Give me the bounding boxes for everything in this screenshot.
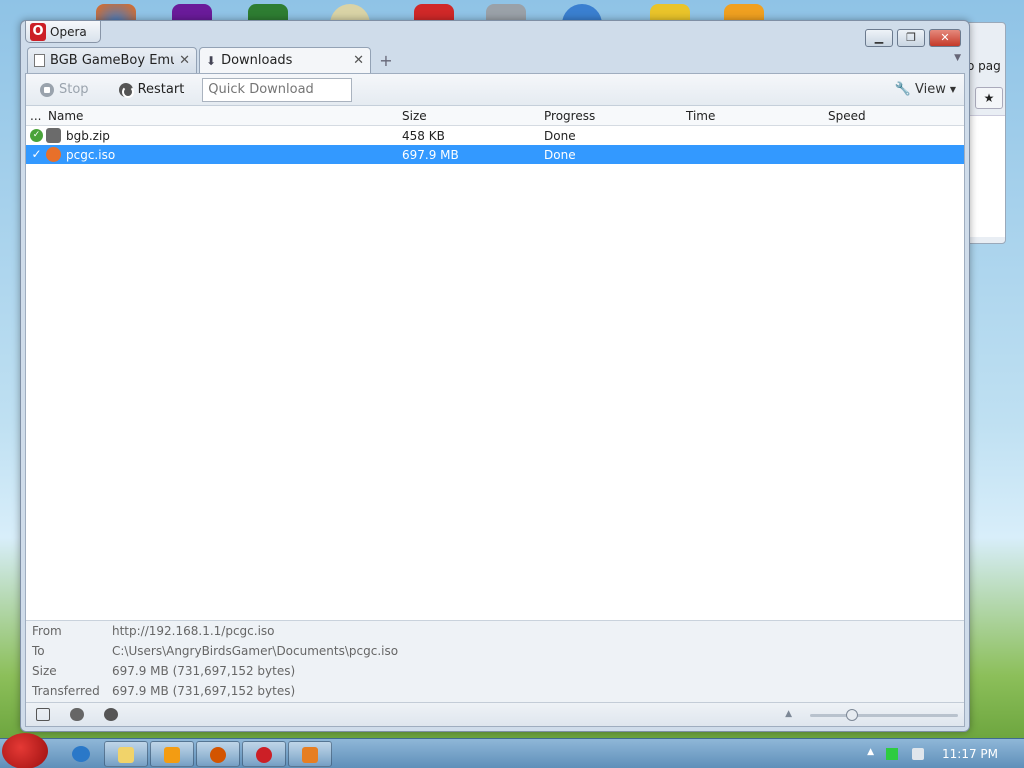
check-icon: ✓	[30, 129, 43, 142]
volume-muted-icon[interactable]	[912, 748, 924, 760]
detail-row-to: To C:\Users\AngryBirdsGamer\Documents\pc…	[32, 644, 632, 664]
restart-label: Restart	[137, 82, 185, 97]
detail-value[interactable]: C:\Users\AngryBirdsGamer\Documents\pcgc.…	[112, 644, 398, 658]
opera-menu-button[interactable]: O Opera	[25, 21, 101, 43]
column-header-size[interactable]: Size	[402, 109, 427, 123]
view-label: View	[914, 82, 946, 97]
column-header-speed[interactable]: Speed	[828, 109, 866, 123]
detail-row-from: From http://192.168.1.1/pcgc.iso	[32, 624, 632, 644]
table-header: ... Name Size Progress Time Speed	[26, 106, 964, 126]
taskbar-explorer[interactable]	[104, 741, 148, 767]
media-player-icon	[164, 747, 180, 763]
detail-label: From	[32, 624, 62, 638]
detail-label: Transferred	[32, 684, 100, 698]
detail-value: 697.9 MB (731,697,152 bytes)	[112, 684, 296, 698]
column-header-progress[interactable]: Progress	[544, 109, 595, 123]
column-header-more[interactable]: ...	[30, 109, 41, 123]
zoom-up-icon[interactable]: ▲	[785, 709, 792, 719]
clock[interactable]: 11:17 PM	[942, 747, 998, 761]
window-title: Opera	[50, 24, 87, 39]
folder-icon	[118, 747, 134, 763]
taskbar-firefox[interactable]	[196, 741, 240, 767]
page-icon	[34, 54, 45, 67]
wrench-icon: 🔧	[894, 82, 911, 97]
detail-row-transferred: Transferred 697.9 MB (731,697,152 bytes)	[32, 684, 632, 704]
app-icon	[302, 747, 318, 763]
zoom-slider-knob[interactable]	[846, 709, 858, 721]
speed-dial-icon[interactable]	[104, 708, 118, 721]
file-name: pcgc.iso	[66, 148, 116, 162]
iso-file-icon	[46, 147, 61, 162]
download-details: From http://192.168.1.1/pcgc.iso To C:\U…	[26, 620, 964, 702]
download-icon: ⬇	[206, 53, 217, 68]
stop-icon	[40, 82, 54, 97]
file-name: bgb.zip	[66, 129, 110, 143]
taskbar-media-player[interactable]	[150, 741, 194, 767]
zip-file-icon	[46, 128, 61, 143]
file-progress: Done	[544, 148, 576, 162]
tab-label: Downloads	[221, 53, 293, 68]
minimize-button[interactable]: ▁	[865, 29, 893, 47]
tray-up-arrow-icon[interactable]: ▲	[867, 747, 874, 757]
file-size: 697.9 MB	[402, 148, 459, 162]
stop-button[interactable]: Stop	[32, 78, 97, 102]
opera-icon	[256, 747, 272, 763]
firefox-icon	[210, 747, 226, 763]
chevron-down-icon: ▼	[949, 85, 956, 94]
ie-taskbar-icon[interactable]	[72, 746, 90, 762]
detail-value[interactable]: http://192.168.1.1/pcgc.iso	[112, 624, 275, 638]
opera-logo-icon: O	[30, 22, 46, 41]
restart-button[interactable]: Restart	[111, 78, 193, 102]
detail-label: Size	[32, 664, 57, 678]
cloud-icon[interactable]	[70, 708, 84, 721]
close-tab-icon[interactable]: ✕	[353, 53, 364, 68]
panel-toggle-icon[interactable]	[36, 708, 50, 721]
network-icon[interactable]	[886, 748, 898, 760]
close-tab-icon[interactable]: ✕	[179, 53, 190, 68]
tab-menu-chevron-icon[interactable]: ▼	[954, 53, 961, 63]
new-tab-plus-icon[interactable]: +	[377, 51, 395, 70]
tab-bar: BGB GameBoy Emul... ✕ ⬇ Downloads ✕ + ▼	[25, 47, 965, 73]
table-row[interactable]: ✓ bgb.zip 458 KB Done	[26, 126, 964, 145]
tab-label: BGB GameBoy Emul...	[50, 53, 174, 68]
file-size: 458 KB	[402, 129, 445, 143]
status-bar: ▲	[26, 702, 964, 726]
taskbar-opera[interactable]	[242, 741, 286, 767]
column-header-time[interactable]: Time	[686, 109, 715, 123]
tab-bgb[interactable]: BGB GameBoy Emul... ✕	[27, 47, 197, 73]
downloads-toolbar: Stop Restart 🔧 View ▼	[26, 74, 964, 106]
detail-row-size: Size 697.9 MB (731,697,152 bytes)	[32, 664, 632, 684]
taskbar: ▲ 11:17 PM	[0, 733, 1024, 768]
detail-label: To	[32, 644, 45, 658]
close-button[interactable]: ✕	[929, 29, 961, 47]
table-row[interactable]: ✓ pcgc.iso 697.9 MB Done	[26, 145, 964, 164]
background-window-text: o pag	[967, 59, 1001, 73]
zoom-slider[interactable]	[810, 709, 958, 721]
column-header-name[interactable]: Name	[48, 109, 83, 123]
file-progress: Done	[544, 129, 576, 143]
restore-button[interactable]: ❐	[897, 29, 925, 47]
opera-window: O Opera ▁ ❐ ✕ BGB GameBoy Emul... ✕ ⬇ Do…	[20, 20, 970, 732]
background-window-pane	[967, 115, 1005, 237]
taskbar-app[interactable]	[288, 741, 332, 767]
quick-download-input[interactable]	[202, 77, 353, 102]
start-button-angry-bird-icon[interactable]	[2, 733, 48, 768]
detail-value: 697.9 MB (731,697,152 bytes)	[112, 664, 296, 678]
bookmark-star-icon[interactable]: ★	[975, 87, 1003, 109]
view-button[interactable]: 🔧 View ▼	[895, 82, 956, 97]
stop-label: Stop	[59, 82, 89, 97]
tab-downloads[interactable]: ⬇ Downloads ✕	[199, 47, 371, 73]
restart-icon	[118, 82, 134, 98]
downloads-panel: Stop Restart 🔧 View ▼ ... Name Size Prog…	[25, 73, 965, 727]
check-icon: ✓	[31, 147, 42, 161]
